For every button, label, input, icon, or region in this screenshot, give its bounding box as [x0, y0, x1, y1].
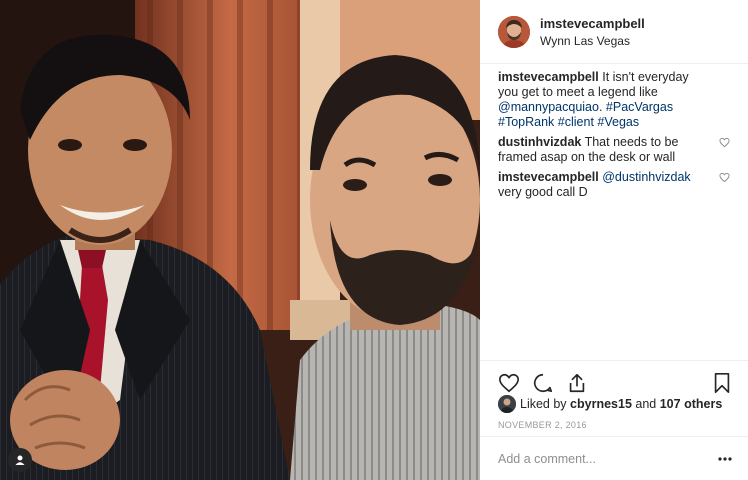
comment-input[interactable]: [498, 451, 718, 466]
liker-avatar-image: [498, 395, 516, 413]
more-dots-icon: [718, 456, 732, 461]
hashtag-link[interactable]: #PacVargas: [606, 100, 673, 114]
avatar-image: [498, 15, 530, 48]
comment-like-button[interactable]: [719, 172, 730, 187]
caption: imsteve​campbell It isn't everyday you g…: [498, 70, 730, 130]
comment-like-button[interactable]: [719, 137, 730, 152]
post-username[interactable]: imsteve​campbell: [540, 16, 645, 31]
heart-icon: [719, 137, 730, 148]
caption-period: .: [598, 100, 603, 114]
liker-avatar[interactable]: [498, 395, 516, 413]
comment-text: very good call D: [498, 185, 588, 199]
more-options-button[interactable]: [718, 456, 732, 461]
post-date[interactable]: November 2, 2016: [498, 420, 587, 430]
share-button[interactable]: [566, 372, 588, 394]
comment-mention-link[interactable]: @dustinhvizdak: [602, 170, 690, 184]
comment-item: dustinhvizdak That needs to be framed as…: [498, 135, 730, 165]
post-side-panel: imsteve​campbell Wynn Las Vegas imsteve​…: [480, 0, 748, 480]
hashtag-link[interactable]: #client: [558, 115, 594, 129]
avatar[interactable]: [498, 15, 530, 48]
likes-summary: Liked by cbyrnes15 and 107 others: [498, 395, 732, 413]
comment-button[interactable]: [532, 372, 554, 394]
post-header: imsteve​campbell Wynn Las Vegas: [480, 0, 748, 64]
save-button[interactable]: [712, 372, 732, 394]
likes-prefix: Liked by: [520, 397, 567, 411]
post-photo[interactable]: [0, 0, 480, 480]
caption-username[interactable]: imsteve​campbell: [498, 70, 599, 84]
post-location[interactable]: Wynn Las Vegas: [540, 34, 645, 48]
liker-username[interactable]: cbyrnes15: [570, 397, 632, 411]
bookmark-icon: [714, 372, 730, 393]
likes-middle: and: [635, 397, 657, 411]
comment-bubble-icon: [533, 373, 553, 392]
add-comment-bar: [480, 436, 748, 480]
like-button[interactable]: [498, 372, 520, 394]
hashtag-link[interactable]: #Vegas: [597, 115, 639, 129]
comments-list: imsteve​campbell It isn't everyday you g…: [480, 70, 748, 205]
caption-mention-link[interactable]: @mannypacquiao: [498, 100, 599, 114]
share-icon: [569, 373, 585, 392]
heart-icon: [719, 172, 730, 183]
heart-icon: [499, 373, 519, 392]
hashtag-link[interactable]: #TopRank: [498, 115, 554, 129]
comment-item: imsteve​campbell @dustinhvizdak very goo…: [498, 170, 730, 200]
post-actions-bar: [480, 360, 748, 396]
user-tag-icon: [15, 455, 25, 465]
likes-others-link[interactable]: 107 others: [660, 397, 723, 411]
comment-username[interactable]: imsteve​campbell: [498, 170, 599, 184]
selfie-photo-illustration: [0, 0, 480, 480]
comment-username[interactable]: dustinhvizdak: [498, 135, 581, 149]
user-tag-button[interactable]: [8, 448, 32, 472]
